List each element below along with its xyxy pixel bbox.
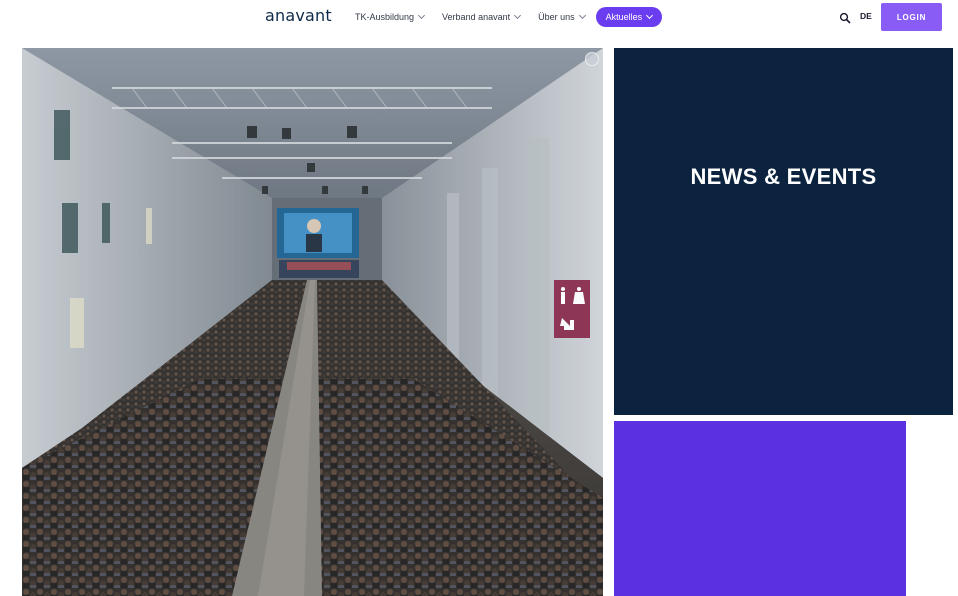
site-header: anavant TK-Ausbildung Verband anavant Üb…: [0, 0, 958, 36]
nav-item-label: TK-Ausbildung: [355, 12, 415, 22]
chevron-down-icon: [514, 11, 522, 20]
news-events-title: NEWS & EVENTS: [690, 163, 877, 189]
nav-item-verband[interactable]: Verband anavant: [433, 7, 529, 27]
hero-image: [22, 48, 603, 596]
nav-item-ueber-uns[interactable]: Über uns: [529, 7, 594, 27]
image-badge-icon: [585, 52, 599, 66]
login-button[interactable]: LOGIN: [881, 3, 942, 31]
conference-hall-photo: [22, 48, 603, 596]
search-icon[interactable]: [839, 11, 851, 24]
chevron-down-icon: [646, 11, 654, 20]
nav-item-label: Aktuelles: [605, 12, 643, 22]
main-nav: TK-Ausbildung Verband anavant Über uns A…: [346, 7, 663, 27]
language-switcher[interactable]: DE: [860, 11, 872, 21]
nav-item-label: Über uns: [538, 12, 575, 22]
nav-item-label: Verband anavant: [442, 12, 511, 22]
logo[interactable]: anavant: [265, 6, 332, 25]
nav-item-aktuelles[interactable]: Aktuelles: [595, 7, 663, 27]
chevron-down-icon: [578, 11, 586, 20]
news-events-panel[interactable]: NEWS & EVENTS: [614, 48, 953, 415]
nav-item-tk-ausbildung[interactable]: TK-Ausbildung: [346, 7, 433, 27]
chevron-down-icon: [418, 11, 426, 20]
purple-feature-panel[interactable]: [614, 421, 906, 596]
